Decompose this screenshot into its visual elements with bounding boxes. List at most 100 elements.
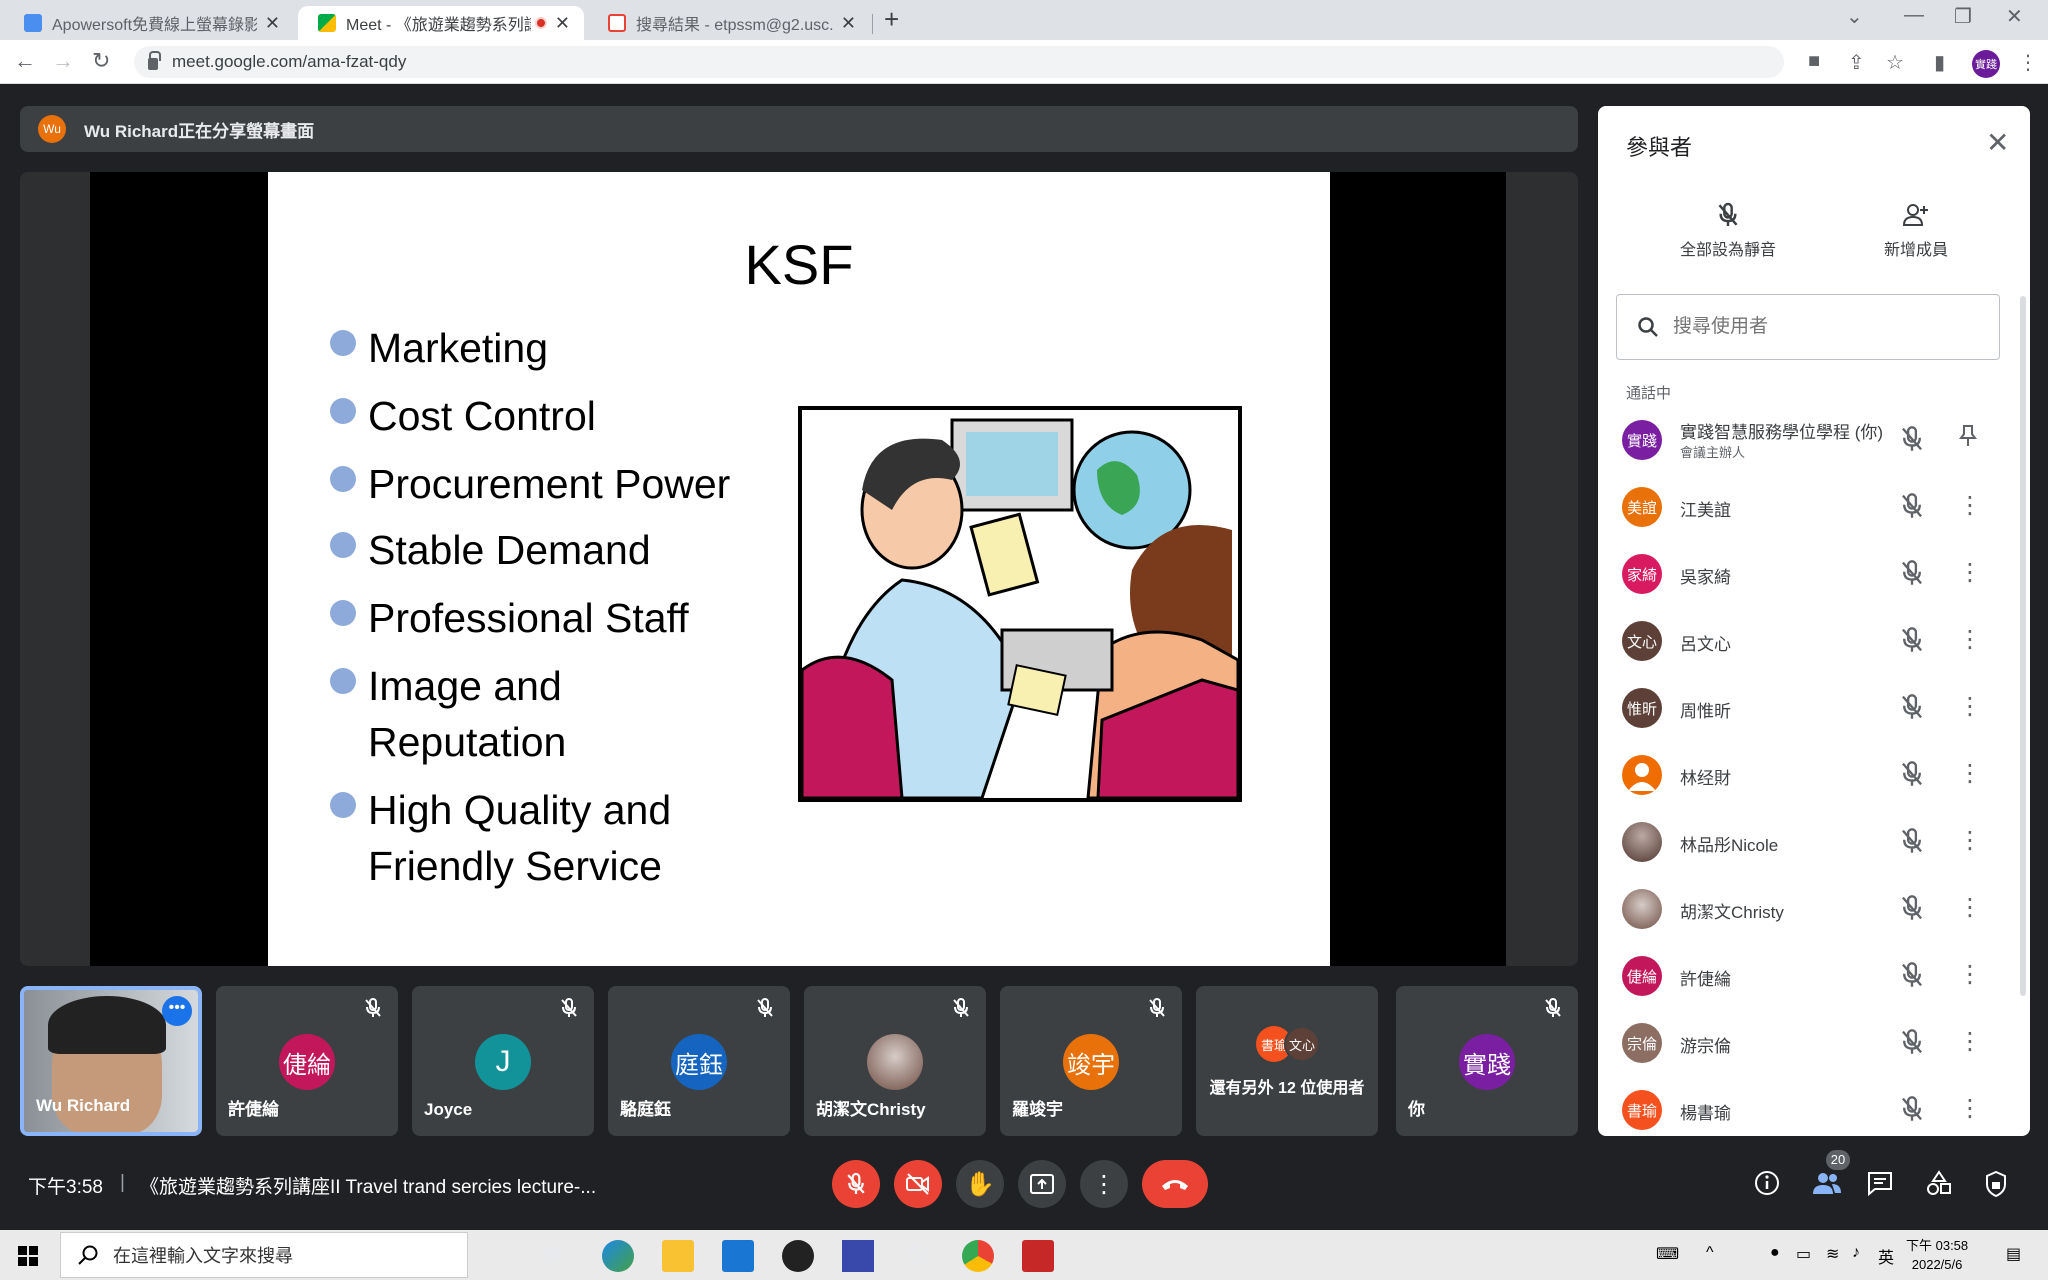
screen-recorder-icon[interactable]: [1022, 1240, 1054, 1272]
forward-icon[interactable]: →: [52, 48, 74, 74]
xbox-icon[interactable]: [782, 1240, 814, 1272]
mic-off-icon[interactable]: [1900, 1096, 1924, 1127]
keyboard-icon[interactable]: ⌨: [1656, 1244, 1679, 1264]
more-vert-icon[interactable]: ⋮: [1958, 558, 1982, 587]
more-vert-icon[interactable]: ⋮: [1958, 625, 1982, 654]
cortana-icon[interactable]: ○: [484, 1240, 516, 1272]
more-vert-icon[interactable]: ⋮: [1958, 692, 1982, 721]
back-icon[interactable]: ←: [14, 48, 36, 74]
more-options-button[interactable]: ⋮: [1080, 1160, 1128, 1208]
windows-start-icon[interactable]: [18, 1246, 38, 1266]
raise-hand-button[interactable]: ✋: [956, 1160, 1004, 1208]
mail-icon[interactable]: [722, 1240, 754, 1272]
activities-icon[interactable]: [1926, 1170, 1952, 1201]
more-vert-icon[interactable]: ⋮: [1958, 826, 1982, 855]
participant-row[interactable]: 宗倫 游宗倫 ⋮: [1598, 1009, 2030, 1076]
taskbar-search[interactable]: 在這裡輸入文字來搜尋: [60, 1232, 468, 1278]
mic-off-button[interactable]: [832, 1160, 880, 1208]
battery-icon[interactable]: ▭: [1796, 1244, 1811, 1264]
mic-off-icon[interactable]: [1900, 1029, 1924, 1060]
file-explorer-icon[interactable]: [662, 1240, 694, 1272]
participant-row[interactable]: 家綺 吳家綺 ⋮: [1598, 540, 2030, 607]
mic-off-icon[interactable]: [1900, 627, 1924, 658]
bookmark-star-icon[interactable]: ☆: [1886, 50, 1904, 75]
close-icon[interactable]: ✕: [555, 13, 570, 34]
more-options-icon[interactable]: •••: [162, 996, 192, 1026]
pin-icon[interactable]: [1958, 424, 1978, 455]
leave-call-button[interactable]: [1142, 1160, 1208, 1208]
volume-icon[interactable]: ♪: [1852, 1244, 1860, 1262]
mic-off-icon[interactable]: [1900, 962, 1924, 993]
mic-off-icon[interactable]: [1900, 828, 1924, 859]
participant-tile[interactable]: 倢綸 許倢綸: [216, 986, 398, 1136]
mute-all-button[interactable]: 全部設為靜音: [1658, 202, 1798, 260]
camera-in-use-icon[interactable]: ■: [1808, 50, 1820, 73]
chrome-icon[interactable]: [962, 1240, 994, 1272]
browser-tab-apowersoft[interactable]: Apowersoft免費線上螢幕錄影工 ✕: [4, 6, 294, 40]
mic-off-icon[interactable]: [1900, 493, 1924, 524]
participant-tile[interactable]: J Joyce: [412, 986, 594, 1136]
mic-off-icon[interactable]: [1900, 426, 1924, 457]
participant-tile[interactable]: 胡潔文Christy: [804, 986, 986, 1136]
add-people-button[interactable]: 新增成員: [1846, 202, 1986, 260]
address-bar[interactable]: meet.google.com/ama-fzat-qdy: [134, 46, 1784, 78]
browser-tab-gmail[interactable]: 搜尋結果 - etpssm@g2.usc.edu ✕: [588, 6, 870, 40]
wifi-icon[interactable]: ≋: [1826, 1244, 1839, 1264]
mic-off-icon[interactable]: [1900, 761, 1924, 792]
tab-search-icon[interactable]: ⌄: [1846, 4, 1863, 29]
participant-tile[interactable]: 竣宇 羅竣宇: [1000, 986, 1182, 1136]
participant-tile-wu-richard[interactable]: ••• Wu Richard: [20, 986, 202, 1136]
reload-icon[interactable]: ↻: [92, 48, 110, 74]
more-vert-icon[interactable]: ⋮: [1958, 759, 1982, 788]
participant-row[interactable]: 惟昕 周惟昕 ⋮: [1598, 674, 2030, 741]
panel-scrollbar[interactable]: [2020, 296, 2026, 996]
edge-icon[interactable]: [602, 1240, 634, 1272]
participant-row[interactable]: 實踐 實踐智慧服務學位學程 (你) 會議主辦人: [1598, 406, 2030, 473]
app-icon[interactable]: [842, 1240, 874, 1272]
browser-tab-meet[interactable]: Meet - 《旅遊業趨勢系列講 ✕: [298, 6, 584, 40]
notification-icon[interactable]: ▤: [2006, 1244, 2021, 1264]
browser-menu-icon[interactable]: ⋮: [2018, 50, 2038, 75]
minimize-icon[interactable]: —: [1904, 4, 1924, 27]
participant-row[interactable]: 美誼 江美誼 ⋮: [1598, 473, 2030, 540]
mic-off-icon[interactable]: [1900, 560, 1924, 591]
window-close-icon[interactable]: ✕: [2006, 4, 2023, 29]
more-vert-icon[interactable]: ⋮: [1958, 491, 1982, 520]
input-method-indicator[interactable]: 英: [1878, 1244, 1894, 1268]
share-icon[interactable]: ⇪: [1848, 50, 1865, 75]
present-screen-button[interactable]: [1018, 1160, 1066, 1208]
participant-search[interactable]: [1616, 294, 2000, 360]
camera-off-button[interactable]: [894, 1160, 942, 1208]
more-vert-icon[interactable]: ⋮: [1958, 893, 1982, 922]
search-input[interactable]: [1673, 316, 1973, 338]
others-tile[interactable]: 書瑜 文心 還有另外 12 位使用者: [1196, 986, 1378, 1136]
more-vert-icon[interactable]: ⋮: [1958, 1094, 1982, 1123]
participant-row[interactable]: 書瑜 楊書瑜 ⋮: [1598, 1076, 2030, 1136]
close-icon[interactable]: ✕: [841, 13, 856, 34]
restore-icon[interactable]: ❐: [1954, 4, 1972, 29]
participant-row[interactable]: 胡潔文Christy ⋮: [1598, 875, 2030, 942]
system-clock[interactable]: 下午 03:58 2022/5/6: [1906, 1236, 1968, 1274]
close-icon[interactable]: ✕: [265, 13, 280, 34]
participant-tile-you[interactable]: 實踐 你: [1396, 986, 1578, 1136]
new-tab-button[interactable]: +: [884, 4, 899, 35]
people-icon[interactable]: [1812, 1170, 1842, 1201]
meeting-details-icon[interactable]: [1754, 1170, 1780, 1201]
more-vert-icon[interactable]: ⋮: [1958, 960, 1982, 989]
settings-gear-icon[interactable]: ⚙: [902, 1240, 934, 1272]
side-panel-icon[interactable]: ▮: [1934, 50, 1945, 75]
participant-row[interactable]: 林品彤Nicole ⋮: [1598, 808, 2030, 875]
host-controls-icon[interactable]: [1984, 1170, 2008, 1203]
participant-tile[interactable]: 庭鈺 駱庭鈺: [608, 986, 790, 1136]
mic-off-icon[interactable]: [1900, 694, 1924, 725]
participant-row[interactable]: 文心 呂文心 ⋮: [1598, 607, 2030, 674]
show-hidden-icons[interactable]: ^: [1706, 1244, 1714, 1262]
chat-icon[interactable]: [1866, 1170, 1894, 1201]
participant-row[interactable]: 倢綸 許倢綸 ⋮: [1598, 942, 2030, 1009]
task-view-icon[interactable]: ▣: [542, 1240, 574, 1272]
close-icon[interactable]: ✕: [1986, 126, 2009, 159]
profile-avatar[interactable]: 實踐: [1972, 50, 2000, 78]
participant-row[interactable]: 林经財 ⋮: [1598, 741, 2030, 808]
more-vert-icon[interactable]: ⋮: [1958, 1027, 1982, 1056]
mic-off-icon[interactable]: [1900, 895, 1924, 926]
